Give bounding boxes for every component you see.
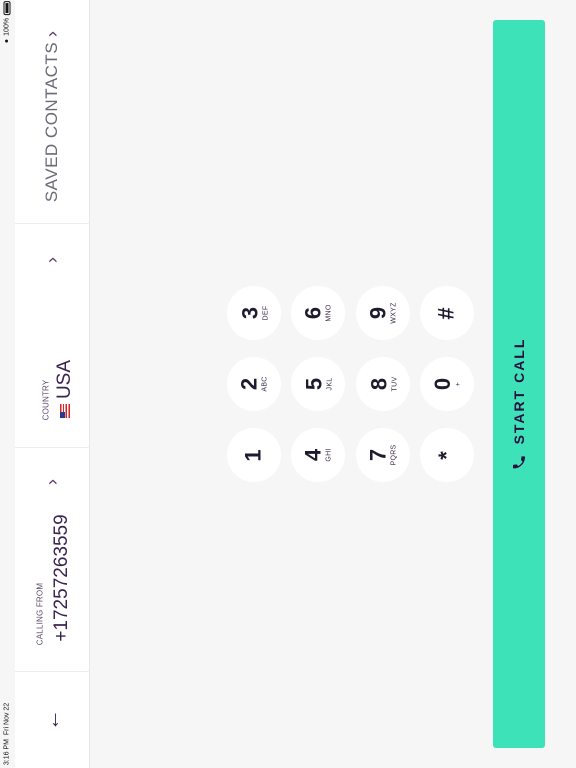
country-label: COUNTRY	[41, 379, 51, 421]
battery-percent: 100%	[3, 17, 11, 36]
key-1[interactable]: 1	[227, 428, 281, 482]
start-call-button[interactable]: START CALL	[493, 20, 545, 748]
key-9[interactable]: 9 WXYZ	[356, 286, 410, 340]
chevron-right-icon: ›	[42, 257, 62, 263]
phone-icon	[511, 454, 527, 470]
key-3[interactable]: 3 DEF	[227, 286, 281, 340]
status-indicators: ● 100%	[3, 0, 11, 44]
arrow-left-icon: ←	[39, 709, 64, 731]
country-value: USA	[54, 360, 76, 419]
chevron-right-icon: ›	[42, 31, 62, 37]
key-4[interactable]: 4 GHI	[291, 428, 345, 482]
back-button[interactable]: ←	[15, 672, 90, 768]
key-8[interactable]: 8 TUV	[356, 357, 410, 411]
start-call-label: START CALL	[511, 337, 527, 445]
calling-from-selector[interactable]: CALLING FROM +17257263559 ›	[15, 448, 90, 672]
status-time: 3:16 PM Fri Nov 22	[3, 702, 11, 766]
key-6[interactable]: 6 MNO	[291, 286, 345, 340]
key-0[interactable]: 0 +	[420, 357, 474, 411]
top-nav: ← CALLING FROM +17257263559 › COUNTRY US…	[15, 0, 90, 768]
calling-from-number: +17257263559	[51, 514, 72, 642]
us-flag-icon	[59, 404, 70, 419]
saved-contacts-label: SAVED CONTACTS	[42, 41, 61, 203]
saved-contacts-selector[interactable]: SAVED CONTACTS ›	[15, 0, 90, 224]
key-5[interactable]: 5 JKL	[291, 357, 345, 411]
key-7[interactable]: 7 PQRS	[356, 428, 410, 482]
wifi-icon: ●	[3, 38, 11, 44]
country-selector[interactable]: COUNTRY USA ›	[15, 224, 90, 448]
key-star[interactable]: *	[420, 428, 474, 482]
battery-icon	[3, 0, 11, 15]
key-hash[interactable]: #	[420, 286, 474, 340]
key-2[interactable]: 2 ABC	[227, 357, 281, 411]
status-bar: 3:16 PM Fri Nov 22 ● 100%	[0, 0, 14, 768]
chevron-right-icon: ›	[42, 479, 62, 485]
calling-from-label: CALLING FROM	[35, 582, 45, 646]
